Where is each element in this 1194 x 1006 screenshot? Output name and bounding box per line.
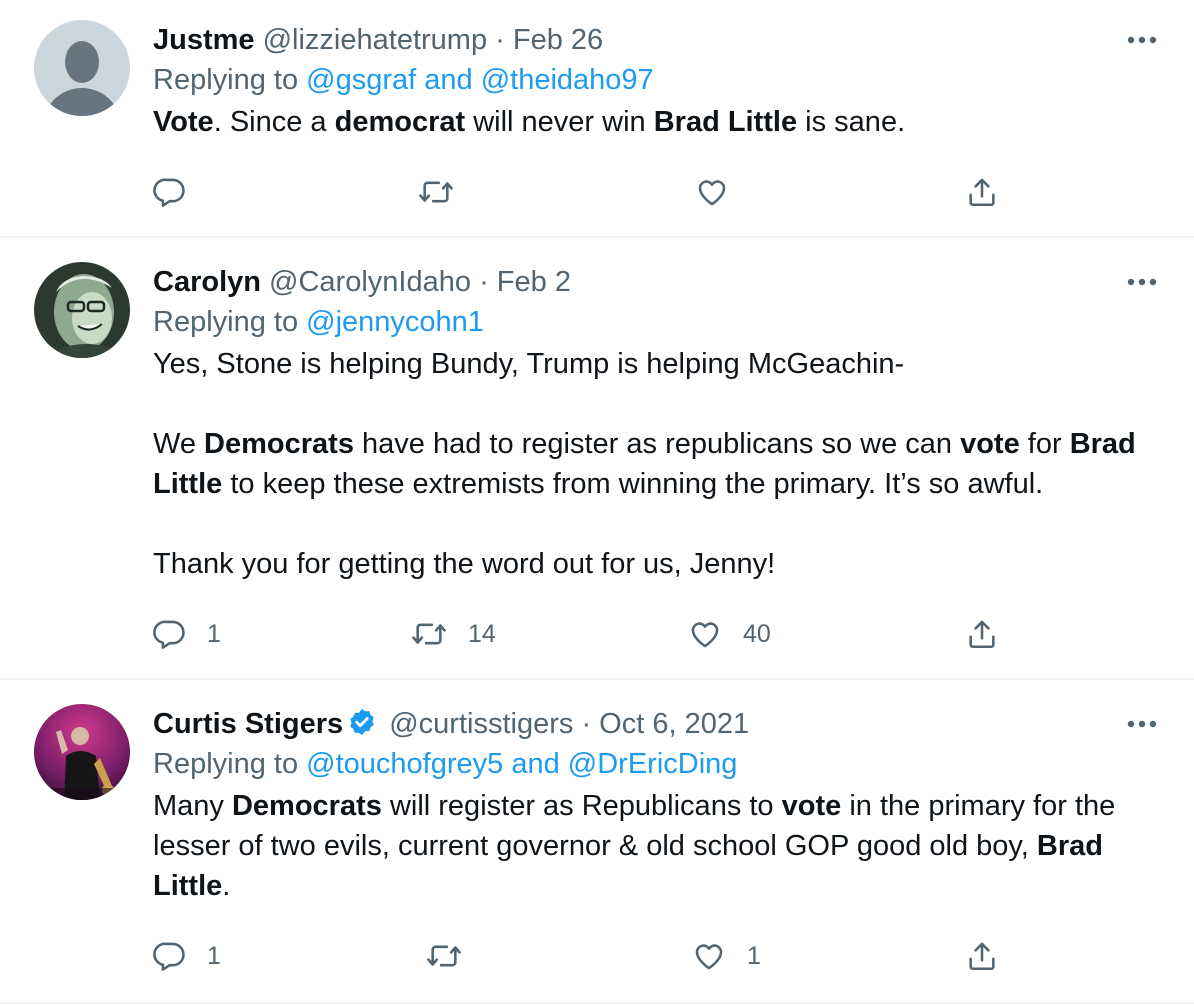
more-options-button[interactable] <box>1124 22 1160 58</box>
user-handle[interactable]: @curtisstigers <box>389 708 573 740</box>
and-text: and <box>424 64 473 96</box>
display-name[interactable]: Carolyn <box>153 266 261 298</box>
separator-dot: · <box>479 266 489 298</box>
mention-link[interactable]: @jennycohn1 <box>306 306 484 338</box>
tweet-header: Curtis Stigers @curtisstigers · Oct 6, 2… <box>153 704 1160 744</box>
like-button[interactable]: 1 <box>691 936 761 976</box>
display-name[interactable]: Curtis Stigers <box>153 708 343 740</box>
share-button[interactable] <box>965 614 999 654</box>
tweet-date[interactable]: Feb 2 <box>497 266 571 298</box>
reply-button[interactable]: 1 <box>153 936 221 976</box>
text-bold: democrat <box>334 106 466 138</box>
tweet-actions: 1 1 <box>153 936 1160 976</box>
share-button[interactable] <box>965 172 999 212</box>
display-name[interactable]: Justme <box>153 24 255 56</box>
text-span: Many <box>153 790 232 822</box>
text-span: is sane. <box>797 106 906 138</box>
and-text: and <box>511 748 560 780</box>
reply-bubble-icon <box>153 942 185 971</box>
text-span: have had to register as republicans so w… <box>353 428 961 460</box>
text-span: to keep these extremists from winning th… <box>222 468 1044 500</box>
text-bold: vote <box>960 428 1020 460</box>
heart-icon <box>691 622 719 648</box>
replying-to-label: Replying to <box>153 306 299 338</box>
share-button[interactable] <box>965 936 999 976</box>
like-count: 40 <box>743 619 771 648</box>
more-horizontal-icon <box>1127 278 1157 286</box>
text-bold: Democrats <box>231 790 382 822</box>
reply-count: 1 <box>207 941 221 970</box>
retweet-icon <box>419 181 453 203</box>
share-upload-icon <box>969 620 995 649</box>
replying-to-label: Replying to <box>153 64 299 96</box>
text-span: for <box>1019 428 1070 460</box>
text-span: We <box>153 428 205 460</box>
mention-link[interactable]: @touchofgrey5 <box>306 748 503 780</box>
like-button[interactable] <box>694 172 750 212</box>
more-options-button[interactable] <box>1124 706 1160 742</box>
profile-photo-icon <box>34 262 130 358</box>
replying-to: Replying to @gsgraf and @theidaho97 <box>153 60 1160 102</box>
text-bold: Democrats <box>204 428 354 460</box>
user-handle[interactable]: @lizziehatetrump <box>263 24 487 56</box>
tweet-date[interactable]: Feb 26 <box>513 24 603 56</box>
like-button[interactable]: 40 <box>687 614 771 654</box>
text-bold: Brad Little <box>653 106 798 138</box>
default-avatar-icon <box>34 20 130 116</box>
avatar-photo[interactable] <box>34 704 130 800</box>
separator-dot: · <box>495 24 505 56</box>
reply-bubble-icon <box>153 178 185 207</box>
mention-link[interactable]: @theidaho97 <box>481 64 654 96</box>
retweet-count: 14 <box>468 619 496 648</box>
more-options-button[interactable] <box>1124 264 1160 300</box>
retweet-button[interactable] <box>417 172 475 212</box>
mention-link[interactable]: @DrEricDing <box>568 748 738 780</box>
reply-button[interactable] <box>153 172 207 212</box>
tweet-text: Vote. Since a democrat will never win Br… <box>153 102 1160 142</box>
text-paragraph: Thank you for getting the word out for u… <box>153 548 776 580</box>
avatar-default[interactable] <box>34 20 130 116</box>
replying-to: Replying to @jennycohn1 <box>153 302 1160 344</box>
text-bold: Vote <box>153 106 214 138</box>
retweet-button[interactable]: 14 <box>410 614 496 654</box>
replying-to: Replying to @touchofgrey5 and @DrEricDin… <box>153 744 1160 786</box>
user-handle[interactable]: @CarolynIdaho <box>269 266 471 298</box>
text-span: . Since a <box>213 106 335 138</box>
tweet-actions <box>153 172 1160 212</box>
more-horizontal-icon <box>1127 720 1157 728</box>
tweet-header: Justme @lizziehatetrump · Feb 26 <box>153 20 1160 60</box>
reply-bubble-icon <box>153 620 185 649</box>
text-span: . <box>222 870 231 902</box>
text-bold: vote <box>781 790 842 822</box>
avatar-photo[interactable] <box>34 262 130 358</box>
separator-dot: · <box>581 708 592 740</box>
verified-badge-icon <box>347 707 377 748</box>
retweet-button[interactable] <box>425 936 483 976</box>
more-horizontal-icon <box>1127 36 1157 44</box>
tweet-actions: 1 14 40 <box>153 614 1160 654</box>
replying-to-label: Replying to <box>153 748 299 780</box>
tweet[interactable]: Curtis Stigers @curtisstigers · Oct 6, 2… <box>0 680 1194 1004</box>
tweet-header: Carolyn @CarolynIdaho · Feb 2 <box>153 262 1160 302</box>
reply-count: 1 <box>207 619 221 648</box>
profile-photo-icon <box>34 704 130 800</box>
heart-icon <box>695 944 723 970</box>
share-upload-icon <box>969 942 995 971</box>
heart-icon <box>698 180 726 206</box>
mention-link[interactable]: @gsgraf <box>306 64 416 96</box>
reply-button[interactable]: 1 <box>153 614 221 654</box>
tweet-date[interactable]: Oct 6, 2021 <box>599 708 749 740</box>
text-span: will never win <box>465 106 654 138</box>
text-paragraph: We Democrats have had to register as rep… <box>153 424 1160 504</box>
retweet-icon <box>427 945 461 967</box>
retweet-icon <box>412 623 446 645</box>
tweet[interactable]: Justme @lizziehatetrump · Feb 26 Replyin… <box>0 0 1194 238</box>
like-count: 1 <box>747 941 761 970</box>
share-upload-icon <box>969 178 995 207</box>
tweet-text: Yes, Stone is helping Bundy, Trump is he… <box>153 344 1160 584</box>
text-span: will register as Republicans to <box>381 790 782 822</box>
tweet-text: Many Democrats will register as Republic… <box>153 786 1160 906</box>
text-paragraph: Yes, Stone is helping Bundy, Trump is he… <box>153 348 905 380</box>
tweet[interactable]: Carolyn @CarolynIdaho · Feb 2 Replying t… <box>0 238 1194 680</box>
